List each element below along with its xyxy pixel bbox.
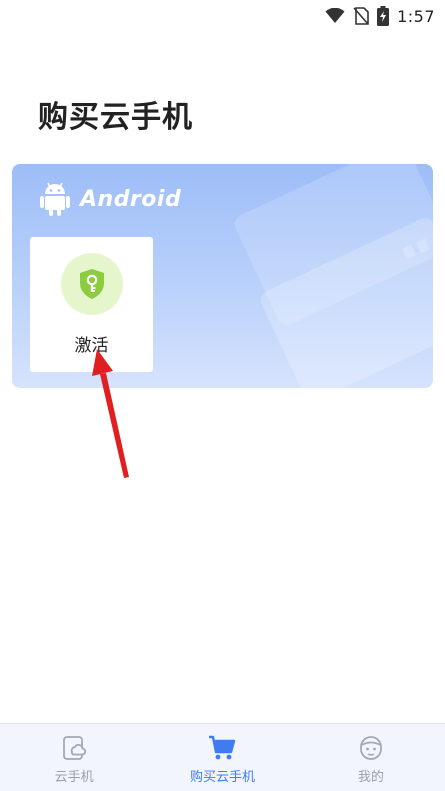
cloud-phone-icon (60, 734, 88, 762)
nav-cloud-phone[interactable]: 云手机 (0, 724, 148, 791)
status-time: 1:57 (397, 6, 435, 26)
bottom-nav: 云手机 购买云手机 我的 (0, 723, 445, 791)
status-icons: 1:57 (325, 4, 435, 28)
status-bar: 1:57 (0, 0, 445, 32)
cart-icon (208, 734, 236, 762)
no-sim-icon (353, 7, 369, 25)
nav-label-cloud-phone: 云手机 (54, 770, 94, 785)
nav-label-me: 我的 (357, 770, 384, 785)
activate-label: 激活 (74, 336, 109, 356)
android-label: Android (80, 186, 182, 212)
profile-face-icon (357, 734, 385, 762)
shield-key-icon (80, 269, 104, 299)
wifi-icon (325, 8, 345, 23)
nav-buy-cloud-phone[interactable]: 购买云手机 (148, 724, 296, 791)
nav-label-buy-cloud-phone: 购买云手机 (189, 770, 255, 785)
shield-circle (61, 253, 123, 315)
activate-button[interactable]: 激活 (30, 237, 153, 372)
android-os-card: Android 激活 (12, 164, 433, 388)
page-title: 购买云手机 (38, 100, 193, 135)
android-robot-icon (40, 182, 70, 216)
battery-charging-icon (377, 6, 390, 26)
android-header: Android (40, 182, 181, 216)
nav-me[interactable]: 我的 (297, 724, 445, 791)
